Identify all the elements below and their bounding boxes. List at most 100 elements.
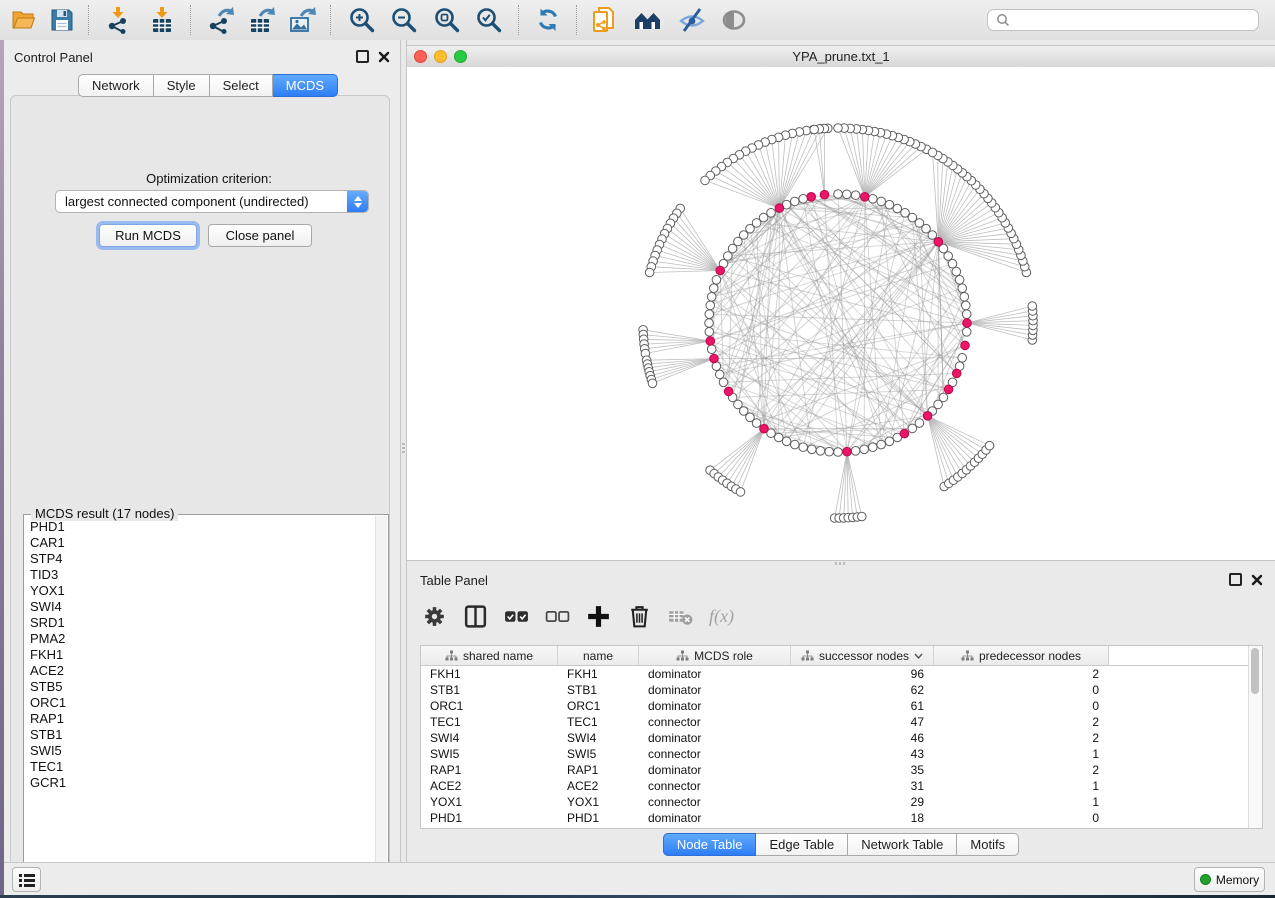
table-cell[interactable]: 2 (934, 762, 1109, 778)
mcds-result-item[interactable]: RAP1 (25, 711, 375, 727)
table-cell[interactable]: dominator (639, 810, 791, 826)
table-cell[interactable]: 2 (934, 714, 1109, 730)
export-image-icon[interactable] (288, 6, 316, 34)
delete-table-icon[interactable] (666, 602, 695, 631)
mcds-result-item[interactable]: TID3 (25, 567, 375, 583)
table-cell[interactable]: 18 (791, 810, 934, 826)
mcds-result-item[interactable]: ACE2 (25, 663, 375, 679)
table-cell[interactable]: 1 (934, 794, 1109, 810)
column-header-shared-name[interactable]: shared name (421, 646, 558, 665)
tab-motifs[interactable]: Motifs (957, 833, 1019, 856)
table-cell[interactable]: 1 (934, 778, 1109, 794)
table-cell[interactable]: 43 (791, 746, 934, 762)
close-panel-icon[interactable] (378, 51, 390, 63)
table-row[interactable]: RAP1RAP1dominator352 (421, 762, 1262, 778)
table-row[interactable]: TEC1TEC1connector472 (421, 714, 1262, 730)
add-column-icon[interactable] (584, 602, 613, 631)
table-cell[interactable]: 31 (791, 778, 934, 794)
zoom-fit-icon[interactable] (433, 6, 461, 34)
export-table-icon[interactable] (247, 6, 275, 34)
table-cell[interactable]: 2 (934, 666, 1109, 682)
table-cell[interactable]: 47 (791, 714, 934, 730)
column-header-successor-nodes[interactable]: successor nodes (791, 646, 934, 665)
mcds-result-item[interactable]: SRD1 (25, 615, 375, 631)
zoom-in-icon[interactable] (348, 6, 376, 34)
table-row[interactable]: SWI5SWI5connector431 (421, 746, 1262, 762)
table-cell[interactable]: YOX1 (558, 794, 639, 810)
mcds-result-item[interactable]: ORC1 (25, 695, 375, 711)
tab-select[interactable]: Select (210, 74, 273, 97)
export-network-icon[interactable] (206, 6, 234, 34)
tab-edge-table[interactable]: Edge Table (756, 833, 848, 856)
mcds-result-scrollbar[interactable] (375, 516, 387, 877)
run-mcds-button[interactable]: Run MCDS (99, 224, 197, 247)
table-cell[interactable]: 2 (934, 730, 1109, 746)
column-header-MCDS-role[interactable]: MCDS role (639, 646, 791, 665)
zoom-selected-icon[interactable] (475, 6, 503, 34)
gear-icon[interactable] (420, 602, 449, 631)
table-cell[interactable]: PHD1 (558, 810, 639, 826)
scrollbar-thumb[interactable] (1251, 648, 1259, 694)
table-row[interactable]: ACE2ACE2connector311 (421, 778, 1262, 794)
table-cell[interactable]: PHD1 (421, 810, 558, 826)
table-cell[interactable]: dominator (639, 762, 791, 778)
table-cell[interactable]: 1 (934, 746, 1109, 762)
tab-style[interactable]: Style (154, 74, 210, 97)
table-scrollbar[interactable] (1248, 646, 1262, 828)
mcds-result-item[interactable]: GCR1 (25, 775, 375, 791)
network-canvas[interactable] (407, 67, 1275, 560)
table-cell[interactable]: ORC1 (421, 698, 558, 714)
table-cell[interactable]: ORC1 (558, 698, 639, 714)
table-cell[interactable]: 61 (791, 698, 934, 714)
mcds-result-item[interactable]: PMA2 (25, 631, 375, 647)
column-header-name[interactable]: name (558, 646, 639, 665)
table-cell[interactable]: TEC1 (421, 714, 558, 730)
table-cell[interactable]: 0 (934, 810, 1109, 826)
table-cell[interactable]: SWI4 (558, 730, 639, 746)
zoom-out-icon[interactable] (390, 6, 418, 34)
table-cell[interactable]: dominator (639, 682, 791, 698)
table-cell[interactable]: FKH1 (558, 666, 639, 682)
import-network-icon[interactable] (104, 6, 132, 34)
mcds-result-item[interactable]: SWI4 (25, 599, 375, 615)
network-window-titlebar[interactable]: YPA_prune.txt_1 (407, 45, 1275, 68)
table-cell[interactable]: 29 (791, 794, 934, 810)
table-cell[interactable]: FKH1 (421, 666, 558, 682)
splitter-grip[interactable] (402, 443, 405, 454)
function-builder-icon[interactable]: f(x) (707, 602, 736, 631)
table-cell[interactable]: 46 (791, 730, 934, 746)
close-panel-icon[interactable] (1251, 574, 1263, 586)
table-cell[interactable]: connector (639, 714, 791, 730)
table-cell[interactable]: 96 (791, 666, 934, 682)
houses-icon[interactable] (634, 6, 662, 34)
task-history-button[interactable] (12, 867, 41, 892)
table-cell[interactable]: dominator (639, 698, 791, 714)
open-file-icon[interactable] (10, 6, 38, 34)
mcds-result-item[interactable]: SWI5 (25, 743, 375, 759)
mcds-result-item[interactable]: CAR1 (25, 535, 375, 551)
mcds-result-item[interactable]: PHD1 (25, 519, 375, 535)
float-panel-icon[interactable] (1229, 573, 1242, 586)
table-cell[interactable]: STB1 (558, 682, 639, 698)
mcds-result-item[interactable]: STB5 (25, 679, 375, 695)
table-cell[interactable]: ACE2 (421, 778, 558, 794)
table-cell[interactable]: SWI5 (558, 746, 639, 762)
save-icon[interactable] (48, 6, 76, 34)
table-cell[interactable]: RAP1 (558, 762, 639, 778)
table-cell[interactable]: YOX1 (421, 794, 558, 810)
tab-network-table[interactable]: Network Table (848, 833, 957, 856)
memory-button[interactable]: Memory (1194, 867, 1265, 892)
select-all-icon[interactable] (502, 602, 531, 631)
table-cell[interactable]: TEC1 (558, 714, 639, 730)
split-panel-icon[interactable] (461, 602, 490, 631)
table-row[interactable]: FKH1FKH1dominator962 (421, 666, 1262, 682)
tab-network[interactable]: Network (78, 74, 154, 97)
mcds-result-list[interactable]: PHD1CAR1STP4TID3YOX1SWI4SRD1PMA2FKH1ACE2… (25, 519, 375, 877)
table-cell[interactable]: 62 (791, 682, 934, 698)
table-row[interactable]: PHD1PHD1dominator180 (421, 810, 1262, 826)
mcds-result-item[interactable]: FKH1 (25, 647, 375, 663)
column-header-predecessor-nodes[interactable]: predecessor nodes (934, 646, 1109, 665)
mcds-result-item[interactable]: STB1 (25, 727, 375, 743)
table-row[interactable]: YOX1YOX1connector291 (421, 794, 1262, 810)
delete-column-icon[interactable] (625, 602, 654, 631)
